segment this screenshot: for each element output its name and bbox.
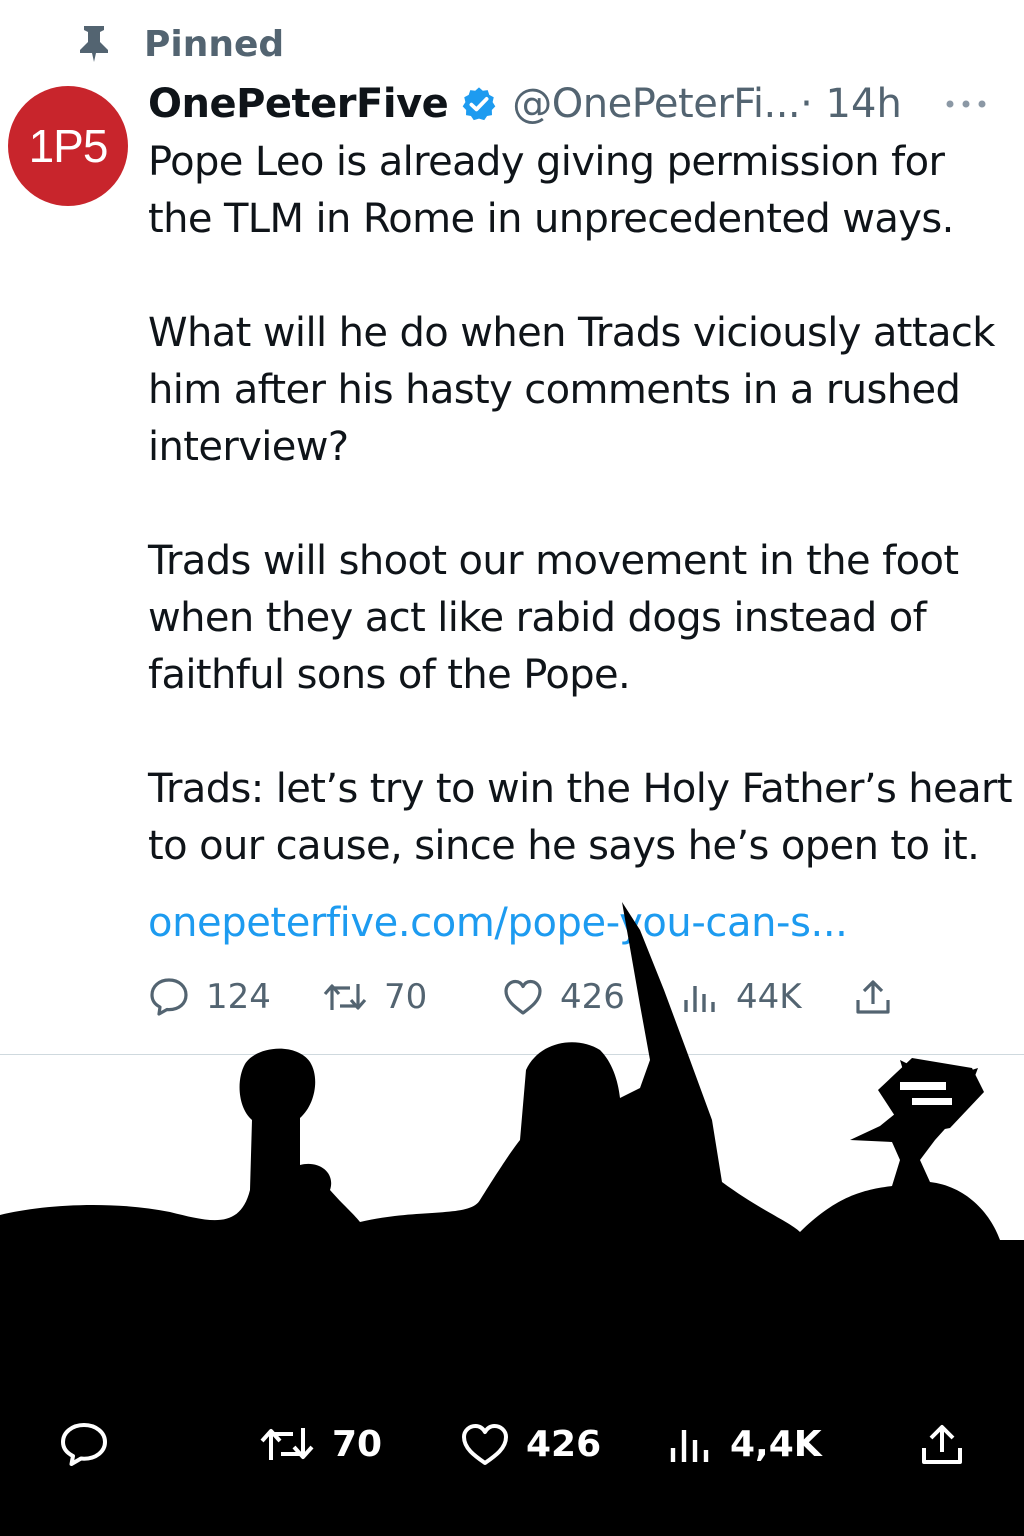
bottom-retweet-button[interactable]: 70 [258, 1420, 382, 1468]
bottom-views-button[interactable]: 4,4K [666, 1420, 822, 1468]
bottom-retweet-count: 70 [332, 1423, 383, 1465]
bottom-reply-button[interactable] [58, 1420, 110, 1468]
bottom-views-count: 4,4K [730, 1423, 822, 1465]
retweet-icon [260, 1428, 314, 1460]
bottom-like-count: 426 [526, 1423, 602, 1465]
share-icon [922, 1425, 962, 1464]
heart-icon [462, 1424, 508, 1465]
bottom-share-button[interactable] [918, 1420, 966, 1468]
theater-silhouette [0, 902, 1024, 1536]
bottom-like-button[interactable]: 426 [460, 1420, 601, 1468]
reply-icon [61, 1423, 107, 1466]
views-icon [670, 1430, 709, 1462]
